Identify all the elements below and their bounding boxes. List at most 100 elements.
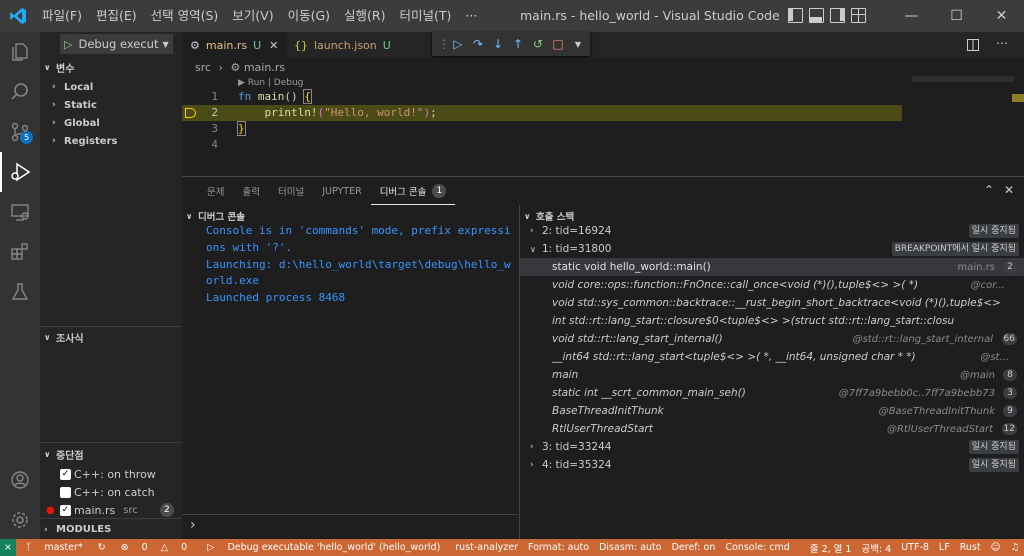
tab-debug-console[interactable]: 디버그 콘솔 1: [370, 177, 456, 205]
stack-frame-row[interactable]: main @main 8: [520, 366, 1024, 384]
menu-terminal[interactable]: 터미널(T): [393, 0, 459, 32]
debug-config-select[interactable]: ▷ Debug execut ▼: [60, 34, 173, 54]
stack-frame-row[interactable]: void core::ops::function::FnOnce::call_o…: [520, 276, 1024, 294]
variables-header[interactable]: ∨ 변수: [40, 56, 182, 78]
stack-frame-row[interactable]: int std::rt::lang_start::closure$0<tuple…: [520, 312, 1024, 330]
menu-more[interactable]: ···: [458, 0, 484, 32]
customize-layout-icon[interactable]: [851, 8, 866, 23]
chevron-down-icon[interactable]: ▼: [572, 40, 584, 49]
branch-item[interactable]: ᛉ master*: [16, 542, 93, 553]
step-into-icon[interactable]: ↓: [492, 37, 504, 51]
status-rust-analyzer[interactable]: rust-analyzer: [450, 542, 523, 553]
breakpoints-header[interactable]: ∨ 중단점: [40, 443, 182, 465]
toggle-sidebar-icon[interactable]: [788, 8, 803, 23]
modules-header[interactable]: › MODULES: [40, 518, 182, 540]
status-spaces[interactable]: 공백: 4: [856, 541, 896, 555]
tab-launch-json[interactable]: {} launch.json U: [286, 32, 396, 58]
stop-icon[interactable]: □: [552, 37, 564, 51]
menu-run[interactable]: 실행(R): [337, 0, 392, 32]
notifications-bell-icon[interactable]: ♫: [1005, 542, 1024, 553]
checkbox-checked[interactable]: ✓: [60, 468, 71, 480]
status-format[interactable]: Format: auto: [523, 542, 594, 553]
start-debug-icon[interactable]: ▷: [64, 38, 72, 51]
extensions-icon[interactable]: [0, 232, 40, 272]
tab-terminal[interactable]: 터미널: [269, 177, 313, 205]
thread-row[interactable]: › 3: tid=33244 일시 중지됨: [520, 438, 1024, 456]
variables-scope-registers[interactable]: › Registers: [40, 132, 182, 150]
close-button[interactable]: ✕: [979, 0, 1024, 32]
toggle-panel-icon[interactable]: [809, 8, 824, 23]
minimize-button[interactable]: —: [889, 0, 934, 32]
toggle-secondary-sidebar-icon[interactable]: [830, 8, 845, 23]
status-position[interactable]: 줄 2, 열 1: [805, 541, 857, 555]
status-deref[interactable]: Deref: on: [667, 542, 721, 553]
testing-icon[interactable]: [0, 272, 40, 312]
close-tab-icon[interactable]: ✕: [269, 39, 278, 52]
checkbox-unchecked[interactable]: [60, 486, 71, 498]
restart-icon[interactable]: ↺: [532, 37, 544, 51]
status-disasm[interactable]: Disasm: auto: [594, 542, 667, 553]
thread-row[interactable]: ∨ 1: tid=31800 BREAKPOINT에서 일시 중지됨: [520, 240, 1024, 258]
problems-item[interactable]: ⊗ 0 △ 0: [111, 542, 197, 553]
close-panel-icon[interactable]: ✕: [1004, 183, 1014, 197]
checkbox-checked[interactable]: ✓: [60, 504, 71, 516]
menu-edit[interactable]: 편집(E): [89, 0, 144, 32]
bottom-panel: 문제 출력 터미널 JUPYTER 디버그 콘솔 1 ⌃ ✕ ∨ 디버그 콘솔 Co…: [182, 176, 1024, 540]
menu-file[interactable]: 파일(F): [35, 0, 89, 32]
step-over-icon[interactable]: ↷: [472, 37, 484, 51]
status-language[interactable]: Rust: [955, 542, 986, 553]
stack-frame-row[interactable]: __int64 std::rt::lang_start<tuple$<> >( …: [520, 348, 1024, 366]
stack-frame-row[interactable]: void std::sys_common::backtrace::__rust_…: [520, 294, 1024, 312]
status-console[interactable]: Console: cmd: [720, 542, 794, 553]
sync-icon[interactable]: ↻: [93, 542, 111, 553]
remote-indicator-icon[interactable]: ⨯: [0, 539, 16, 556]
codelens-run-debug[interactable]: ▶ Run | Debug: [238, 78, 303, 88]
continue-icon[interactable]: ▷: [452, 37, 464, 51]
tab-output[interactable]: 출력: [233, 177, 268, 205]
run-debug-icon[interactable]: [0, 152, 40, 192]
breakpoint-stopped-icon[interactable]: [185, 108, 196, 118]
thread-row[interactable]: › 2: tid=16924 일시 중지됨: [520, 222, 1024, 240]
minimap[interactable]: [912, 76, 1014, 82]
maximize-panel-icon[interactable]: ⌃: [984, 183, 994, 197]
status-eol[interactable]: LF: [934, 542, 955, 553]
step-out-icon[interactable]: ↑: [512, 37, 524, 51]
breakpoint-cpp-throw[interactable]: ✓ C++: on throw: [40, 465, 182, 483]
menu-selection[interactable]: 선택 영역(S): [144, 0, 226, 32]
debug-status-item[interactable]: ▷ Debug executable 'hello_world' (hello_…: [197, 542, 450, 553]
watch-header[interactable]: ∨ 조사식: [40, 326, 182, 348]
breakpoint-main-rs[interactable]: ● ✓ main.rs src 2: [40, 501, 182, 519]
variables-scope-static[interactable]: › Static: [40, 96, 182, 114]
stack-frame-row[interactable]: static void hello_world::main() main.rs 2: [520, 258, 1024, 276]
tab-main-rs[interactable]: ⚙ main.rs U ✕: [182, 32, 286, 58]
split-editor-icon[interactable]: [966, 38, 980, 55]
explorer-icon[interactable]: [0, 32, 40, 72]
stack-frame-row[interactable]: RtlUserThreadStart @RtlUserThreadStart 12: [520, 420, 1024, 438]
variables-scope-local[interactable]: › Local: [40, 78, 182, 96]
drag-handle-icon[interactable]: ⋮: [438, 37, 450, 51]
thread-row[interactable]: › 4: tid=35324 일시 중지됨: [520, 456, 1024, 474]
console-input[interactable]: ›: [182, 514, 518, 540]
settings-gear-icon[interactable]: [0, 500, 40, 540]
stack-frame-row[interactable]: BaseThreadInitThunk @BaseThreadInitThunk 9: [520, 402, 1024, 420]
stack-frame-row[interactable]: static int __scrt_common_main_seh() @7ff7…: [520, 384, 1024, 402]
search-icon[interactable]: [0, 72, 40, 112]
breakpoint-cpp-catch[interactable]: C++: on catch: [40, 483, 182, 501]
status-encoding[interactable]: UTF-8: [896, 542, 934, 553]
maximize-button[interactable]: ☐: [934, 0, 979, 32]
vscode-logo-icon: [0, 0, 35, 32]
feedback-icon[interactable]: ☺: [986, 542, 1006, 553]
breadcrumb-file[interactable]: main.rs: [244, 61, 285, 74]
tab-jupyter[interactable]: JUPYTER: [313, 177, 370, 205]
variables-scope-global[interactable]: › Global: [40, 114, 182, 132]
breadcrumb-folder[interactable]: src: [195, 61, 211, 74]
source-control-icon[interactable]: 5: [0, 112, 40, 152]
code-editor[interactable]: src › ⚙ main.rs ▶ Run | Debug 1 fn main(…: [182, 58, 1024, 176]
more-actions-icon[interactable]: ⋯: [996, 36, 1008, 50]
menu-go[interactable]: 이동(G): [281, 0, 337, 32]
tab-problems[interactable]: 문제: [198, 177, 233, 205]
menu-view[interactable]: 보기(V): [225, 0, 280, 32]
accounts-icon[interactable]: [0, 460, 40, 500]
stack-frame-row[interactable]: void std::rt::lang_start_internal() @std:…: [520, 330, 1024, 348]
remote-explorer-icon[interactable]: [0, 192, 40, 232]
